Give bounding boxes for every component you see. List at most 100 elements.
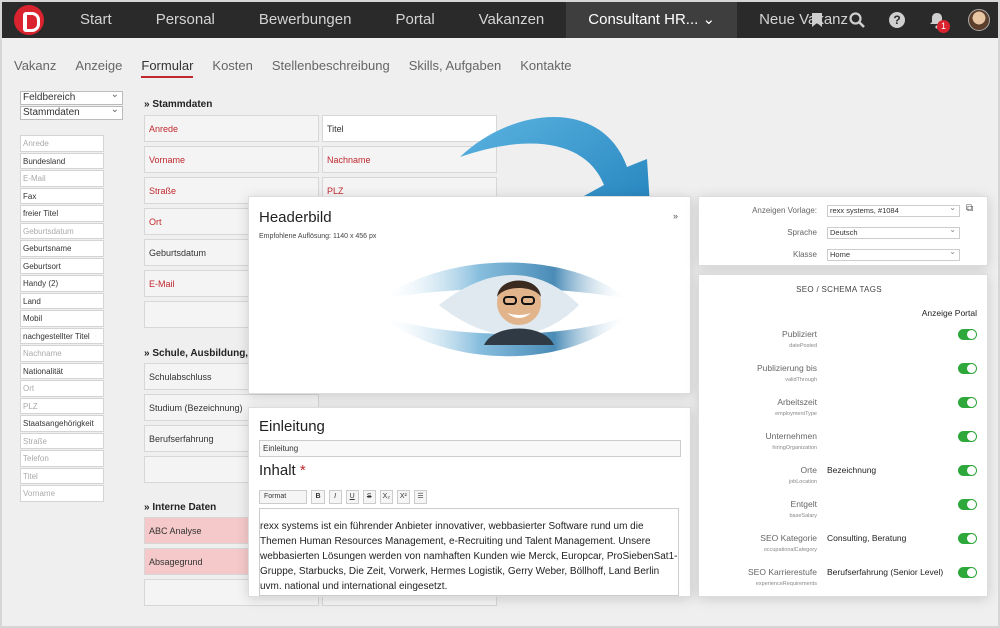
seo-column-header: Anzeige Portal bbox=[921, 308, 977, 318]
subscript-button[interactable]: X₂ bbox=[379, 490, 393, 504]
tab-kosten[interactable]: Kosten bbox=[212, 58, 252, 78]
field-item[interactable]: Handy (2) bbox=[20, 275, 104, 292]
seo-toggle[interactable] bbox=[958, 533, 977, 544]
seo-label: Publiziert bbox=[782, 329, 817, 339]
klasse-select[interactable]: Home bbox=[827, 247, 960, 261]
top-navigation: Start Personal Bewerbungen Portal Vakanz… bbox=[2, 2, 998, 38]
seo-sublabel: jobLocation bbox=[788, 479, 817, 485]
seo-sublabel: experienceRequirements bbox=[755, 581, 817, 587]
help-icon[interactable]: ? bbox=[888, 11, 906, 29]
sprache-select[interactable]: Deutsch bbox=[827, 225, 960, 239]
nav-active-label: Consultant HR... bbox=[588, 11, 699, 28]
field-item[interactable]: Nachname bbox=[20, 345, 104, 362]
field-item[interactable]: E-Mail bbox=[20, 170, 104, 187]
tab-anzeige[interactable]: Anzeige bbox=[75, 58, 122, 78]
collapse-icon[interactable]: » bbox=[673, 211, 678, 221]
seo-sublabel: employmentType bbox=[775, 411, 817, 417]
bell-icon[interactable]: 1 bbox=[928, 11, 950, 33]
underline-button[interactable]: U bbox=[345, 490, 359, 504]
field-item[interactable]: Telefon bbox=[20, 450, 104, 467]
field-item[interactable]: nachgestellter Titel bbox=[20, 327, 104, 344]
headerbild-hint: Empfohlene Auflösung: 1140 x 456 px bbox=[259, 233, 377, 240]
chevron-down-icon: ⌄ bbox=[702, 11, 716, 28]
seo-row: Unternehmen hiringOrganization bbox=[699, 431, 989, 461]
form-tabs: Vakanz Anzeige Formular Kosten Stellenbe… bbox=[14, 58, 572, 78]
seo-toggle[interactable] bbox=[958, 329, 977, 340]
field-item[interactable]: Vorname bbox=[20, 485, 104, 502]
tab-vakanz[interactable]: Vakanz bbox=[14, 58, 56, 78]
field-list: Anrede Bundesland E-Mail Fax freier Tite… bbox=[20, 135, 104, 503]
field-item[interactable]: Geburtsname bbox=[20, 240, 104, 257]
field-item[interactable]: Titel bbox=[20, 467, 104, 484]
nav-consultant-hr[interactable]: Consultant HR... ⌄ bbox=[566, 2, 738, 38]
seo-toggle[interactable] bbox=[958, 431, 977, 442]
field-item[interactable]: PLZ bbox=[20, 397, 104, 414]
required-mark: * bbox=[299, 462, 306, 479]
external-link-icon[interactable]: ⧉ bbox=[966, 203, 973, 214]
seo-sublabel: validThrough bbox=[785, 377, 817, 383]
nav-start[interactable]: Start bbox=[58, 2, 134, 38]
tab-stellenbeschreibung[interactable]: Stellenbeschreibung bbox=[272, 58, 390, 78]
field-item[interactable]: Mobil bbox=[20, 310, 104, 327]
field-item[interactable]: Ort bbox=[20, 380, 104, 397]
stammdaten-select[interactable]: Stammdaten bbox=[20, 104, 123, 120]
seo-label: Orte bbox=[800, 465, 817, 475]
vorlage-select[interactable]: rexx systems, #1084 bbox=[827, 203, 960, 217]
strikethrough-button[interactable]: S bbox=[362, 490, 376, 504]
format-select[interactable]: Format bbox=[259, 490, 308, 504]
seo-sublabel: datePosted bbox=[789, 343, 817, 349]
feldbereich-select[interactable]: Feldbereich bbox=[20, 89, 123, 105]
search-icon[interactable] bbox=[848, 11, 866, 29]
seo-label: SEO Karrierestufe bbox=[748, 567, 817, 577]
seo-toggle[interactable] bbox=[958, 363, 977, 374]
seo-toggle[interactable] bbox=[958, 499, 977, 510]
nav-portal[interactable]: Portal bbox=[373, 2, 456, 38]
rexx-logo[interactable] bbox=[14, 5, 44, 35]
seo-label: Unternehmen bbox=[765, 431, 817, 441]
italic-button[interactable]: I bbox=[328, 490, 342, 504]
form-cell-vorname[interactable]: Vorname bbox=[144, 146, 319, 173]
content-panel: Einleitung Einleitung Inhalt * Format B … bbox=[248, 407, 691, 597]
field-item[interactable]: Anrede bbox=[20, 135, 104, 152]
seo-toggle[interactable] bbox=[958, 567, 977, 578]
bookmark-icon[interactable] bbox=[808, 11, 826, 29]
field-item[interactable]: Land bbox=[20, 292, 104, 309]
superscript-button[interactable]: X² bbox=[396, 490, 410, 504]
nav-vakanzen[interactable]: Vakanzen bbox=[457, 2, 567, 38]
content-editor[interactable]: rexx systems ist ein führender Anbieter … bbox=[259, 508, 679, 596]
field-item[interactable]: Bundesland bbox=[20, 152, 104, 169]
section-stammdaten: » Stammdaten bbox=[144, 99, 213, 110]
tab-kontakte[interactable]: Kontakte bbox=[520, 58, 571, 78]
field-item[interactable]: Staatsangehörigkeit bbox=[20, 415, 104, 432]
list-button[interactable]: ☰ bbox=[413, 490, 428, 504]
nav-personal[interactable]: Personal bbox=[134, 2, 237, 38]
headerbild-panel: Headerbild Empfohlene Auflösung: 1140 x … bbox=[248, 196, 691, 394]
klasse-label: Klasse bbox=[792, 250, 817, 259]
field-item[interactable]: Fax bbox=[20, 187, 104, 204]
seo-value: Berufserfahrung (Senior Level) bbox=[827, 567, 944, 577]
field-item[interactable]: Nationalität bbox=[20, 362, 104, 379]
header-image[interactable] bbox=[379, 245, 629, 365]
field-item[interactable]: Geburtsdatum bbox=[20, 222, 104, 239]
avatar[interactable] bbox=[968, 9, 990, 31]
seo-row: Publizierung bis validThrough bbox=[699, 363, 989, 393]
field-item[interactable]: freier Titel bbox=[20, 205, 104, 222]
tab-formular[interactable]: Formular bbox=[141, 58, 194, 78]
seo-row: Publiziert datePosted bbox=[699, 329, 989, 359]
seo-label: SEO Kategorie bbox=[760, 533, 817, 543]
section-interne-daten: » Interne Daten bbox=[144, 502, 217, 513]
einleitung-input[interactable]: Einleitung bbox=[259, 440, 681, 457]
app-frame: Start Personal Bewerbungen Portal Vakanz… bbox=[0, 0, 1000, 628]
seo-toggle[interactable] bbox=[958, 465, 977, 476]
bold-button[interactable]: B bbox=[311, 490, 325, 504]
seo-toggle[interactable] bbox=[958, 397, 977, 408]
seo-row: SEO Kategorie occupationalCategory Consult… bbox=[699, 533, 989, 563]
seo-row: Orte jobLocation Bezeichnung bbox=[699, 465, 989, 495]
field-item[interactable]: Geburtsort bbox=[20, 257, 104, 274]
field-item[interactable]: Straße bbox=[20, 432, 104, 449]
nav-bewerbungen[interactable]: Bewerbungen bbox=[237, 2, 374, 38]
seo-value: Bezeichnung bbox=[827, 465, 877, 475]
seo-row: Entgelt baseSalary bbox=[699, 499, 989, 529]
form-cell-anrede[interactable]: Anrede bbox=[144, 115, 319, 142]
tab-skills-aufgaben[interactable]: Skills, Aufgaben bbox=[409, 58, 502, 78]
